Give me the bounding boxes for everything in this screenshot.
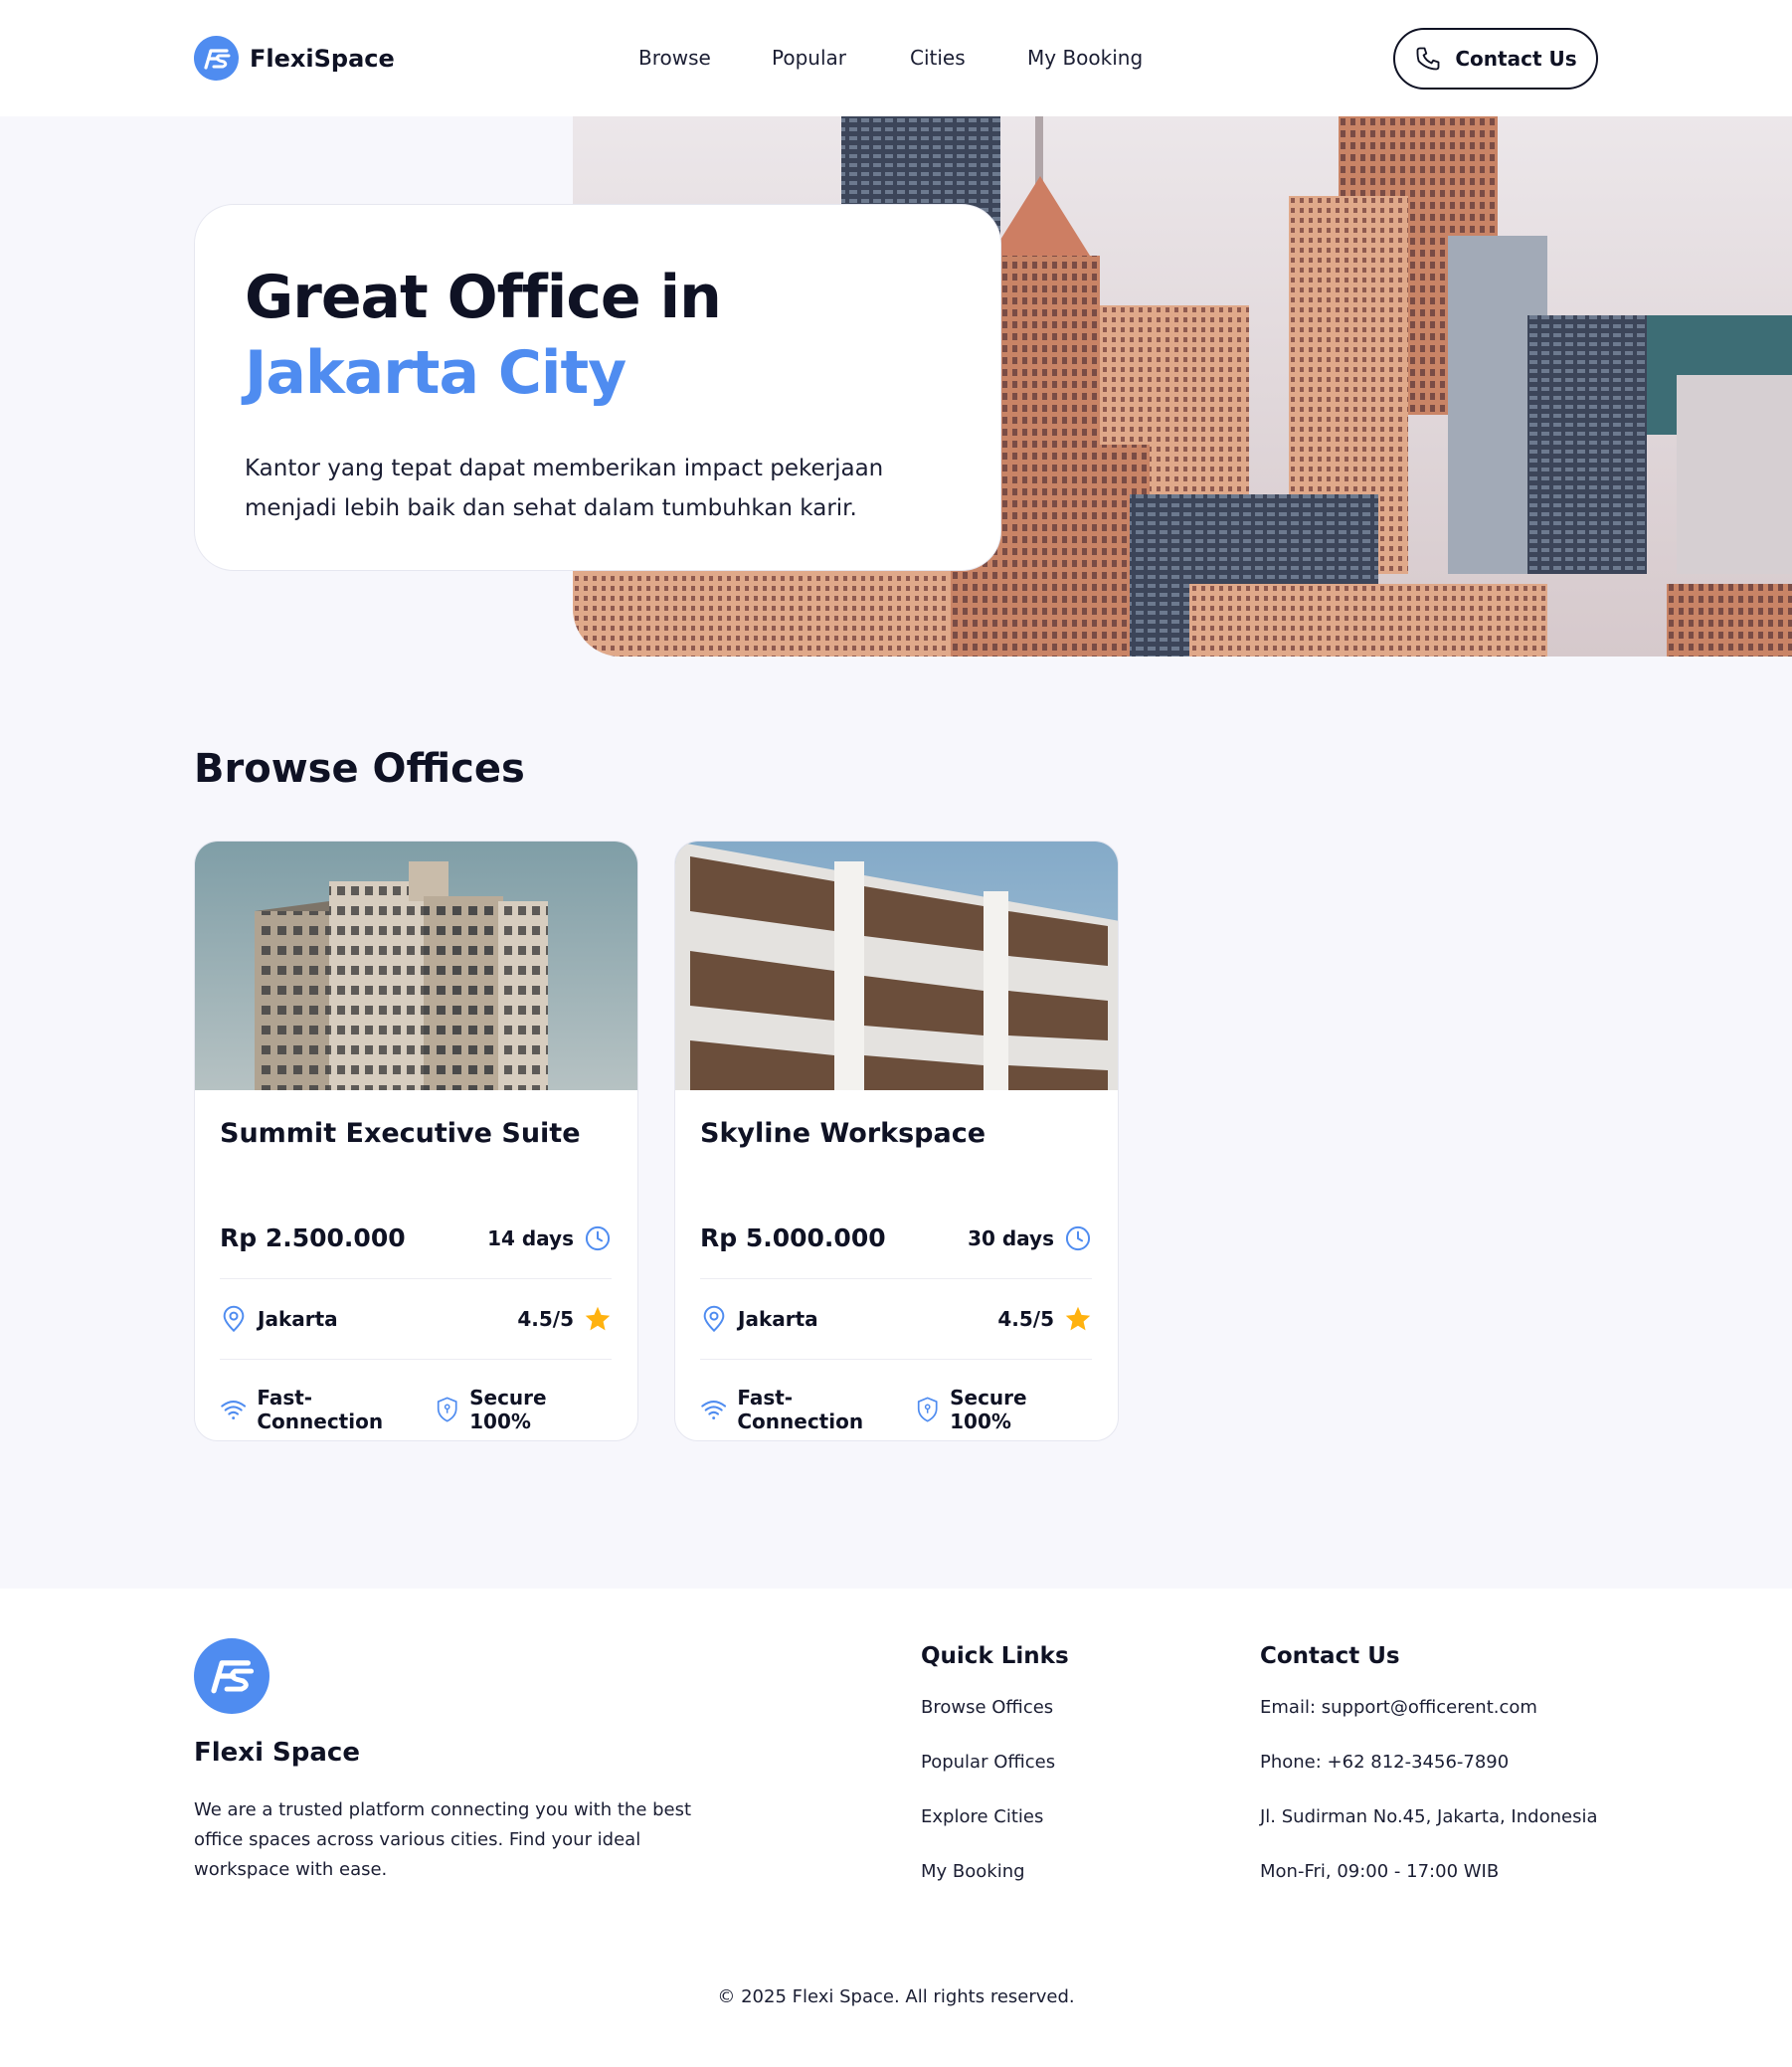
footer-brand: Flexi Space [194, 1738, 360, 1768]
nav-popular[interactable]: Popular [772, 46, 910, 70]
footer-about: We are a trusted platform connecting you… [194, 1799, 692, 1880]
hero-title-line1: Great Office in [245, 263, 722, 332]
hero-description: Kantor yang tepat dapat memberikan impac… [245, 456, 884, 521]
navbar: FlexiSpace Browse Popular Cities My Book… [0, 0, 1792, 116]
contact-address: Jl. Sudirman No.45, Jakarta, Indonesia [1260, 1806, 1598, 1827]
location-pin-icon [223, 1305, 245, 1333]
shield-icon [917, 1397, 938, 1422]
footer: Flexi Space We are a trusted platform co… [0, 1589, 1792, 2067]
nav-cities[interactable]: Cities [910, 46, 1027, 70]
office-card-body: Skyline Workspace Rp 5.000.000 30 days J… [675, 1090, 1118, 1433]
feature-text: Secure 100% [469, 1386, 547, 1433]
browse-offices-title: Browse Offices [194, 746, 525, 792]
brand[interactable]: FlexiSpace [194, 36, 395, 81]
office-photo [195, 842, 637, 1090]
office-rating: 4.5/5 [997, 1305, 1092, 1333]
divider [220, 1359, 612, 1360]
location-row: Jakarta 4.5/5 [700, 1305, 1092, 1333]
city-text: Jakarta [738, 1307, 818, 1331]
divider [220, 1278, 612, 1279]
nav-my-booking[interactable]: My Booking [1027, 46, 1143, 70]
office-name: Summit Executive Suite [220, 1118, 581, 1149]
contact-phone: Phone: +62 812-3456-7890 [1260, 1752, 1510, 1773]
office-rating: 4.5/5 [517, 1305, 612, 1333]
hero-title-accent: Jakarta City [245, 338, 627, 408]
contact-us-label: Contact Us [1455, 47, 1577, 71]
price-row: Rp 5.000.000 30 days [700, 1223, 1092, 1252]
feature-connection: Fast-Connection [220, 1386, 435, 1433]
star-icon [1065, 1306, 1091, 1331]
divider [700, 1359, 1092, 1360]
office-location: Jakarta [220, 1305, 338, 1333]
fs-logo-icon [194, 1638, 269, 1714]
copyright: © 2025 Flexi Space. All rights reserved. [717, 1986, 1075, 2007]
city-text: Jakarta [258, 1307, 338, 1331]
contact-us-button[interactable]: Contact Us [1393, 28, 1598, 90]
feature-connection: Fast-Connection [700, 1386, 915, 1433]
footer-link-my-booking[interactable]: My Booking [921, 1857, 1069, 1912]
feature-text: Secure 100% [950, 1386, 1027, 1433]
contact-hours: Mon-Fri, 09:00 - 17:00 WIB [1260, 1861, 1500, 1882]
footer-contact-title: Contact Us [1260, 1643, 1400, 1669]
hero-title: Great Office in Jakarta City [245, 260, 951, 411]
clock-icon [585, 1225, 611, 1250]
footer-link-browse-offices[interactable]: Browse Offices [921, 1693, 1069, 1748]
rating-text: 4.5/5 [997, 1307, 1054, 1331]
quick-links-title: Quick Links [921, 1643, 1069, 1669]
office-photo [675, 842, 1118, 1090]
feature-secure: Secure 100% [435, 1386, 612, 1433]
features-row: Fast-Connection Secure 100% [700, 1386, 1092, 1433]
footer-contact: Contact Us Email: support@officerent.com… [1260, 1643, 1597, 1912]
wifi-icon [701, 1400, 727, 1420]
contact-email: Email: support@officerent.com [1260, 1697, 1537, 1718]
office-card[interactable]: Summit Executive Suite Rp 2.500.000 14 d… [194, 841, 638, 1441]
quick-links: Quick Links Browse Offices Popular Offic… [921, 1643, 1069, 1912]
office-price: Rp 5.000.000 [700, 1223, 886, 1252]
feature-secure: Secure 100% [915, 1386, 1092, 1433]
wifi-icon [221, 1400, 247, 1420]
feature-text: Fast-Connection [737, 1386, 864, 1433]
nav-browse[interactable]: Browse [638, 46, 772, 70]
feature-text: Fast-Connection [257, 1386, 384, 1433]
fs-logo-icon [194, 36, 239, 81]
office-card-body: Summit Executive Suite Rp 2.500.000 14 d… [195, 1090, 637, 1433]
location-pin-icon [703, 1305, 725, 1333]
rating-text: 4.5/5 [517, 1307, 574, 1331]
footer-link-popular-offices[interactable]: Popular Offices [921, 1748, 1069, 1802]
footer-link-explore-cities[interactable]: Explore Cities [921, 1802, 1069, 1857]
star-icon [585, 1306, 611, 1331]
shield-icon [437, 1397, 457, 1422]
duration-text: 30 days [968, 1225, 1054, 1250]
office-duration: 30 days [968, 1224, 1092, 1252]
features-row: Fast-Connection Secure 100% [220, 1386, 612, 1433]
price-row: Rp 2.500.000 14 days [220, 1223, 612, 1252]
duration-text: 14 days [487, 1225, 574, 1250]
main-nav: Browse Popular Cities My Booking [638, 46, 1143, 70]
office-price: Rp 2.500.000 [220, 1223, 406, 1252]
hero-card: Great Office in Jakarta City Kantor yang… [194, 204, 1001, 571]
office-duration: 14 days [487, 1224, 612, 1252]
phone-icon [1416, 47, 1440, 71]
clock-icon [1065, 1225, 1091, 1250]
location-row: Jakarta 4.5/5 [220, 1305, 612, 1333]
office-location: Jakarta [700, 1305, 818, 1333]
brand-name: FlexiSpace [250, 44, 395, 73]
office-name: Skyline Workspace [700, 1118, 986, 1149]
office-card[interactable]: Skyline Workspace Rp 5.000.000 30 days J… [674, 841, 1119, 1441]
divider [700, 1278, 1092, 1279]
